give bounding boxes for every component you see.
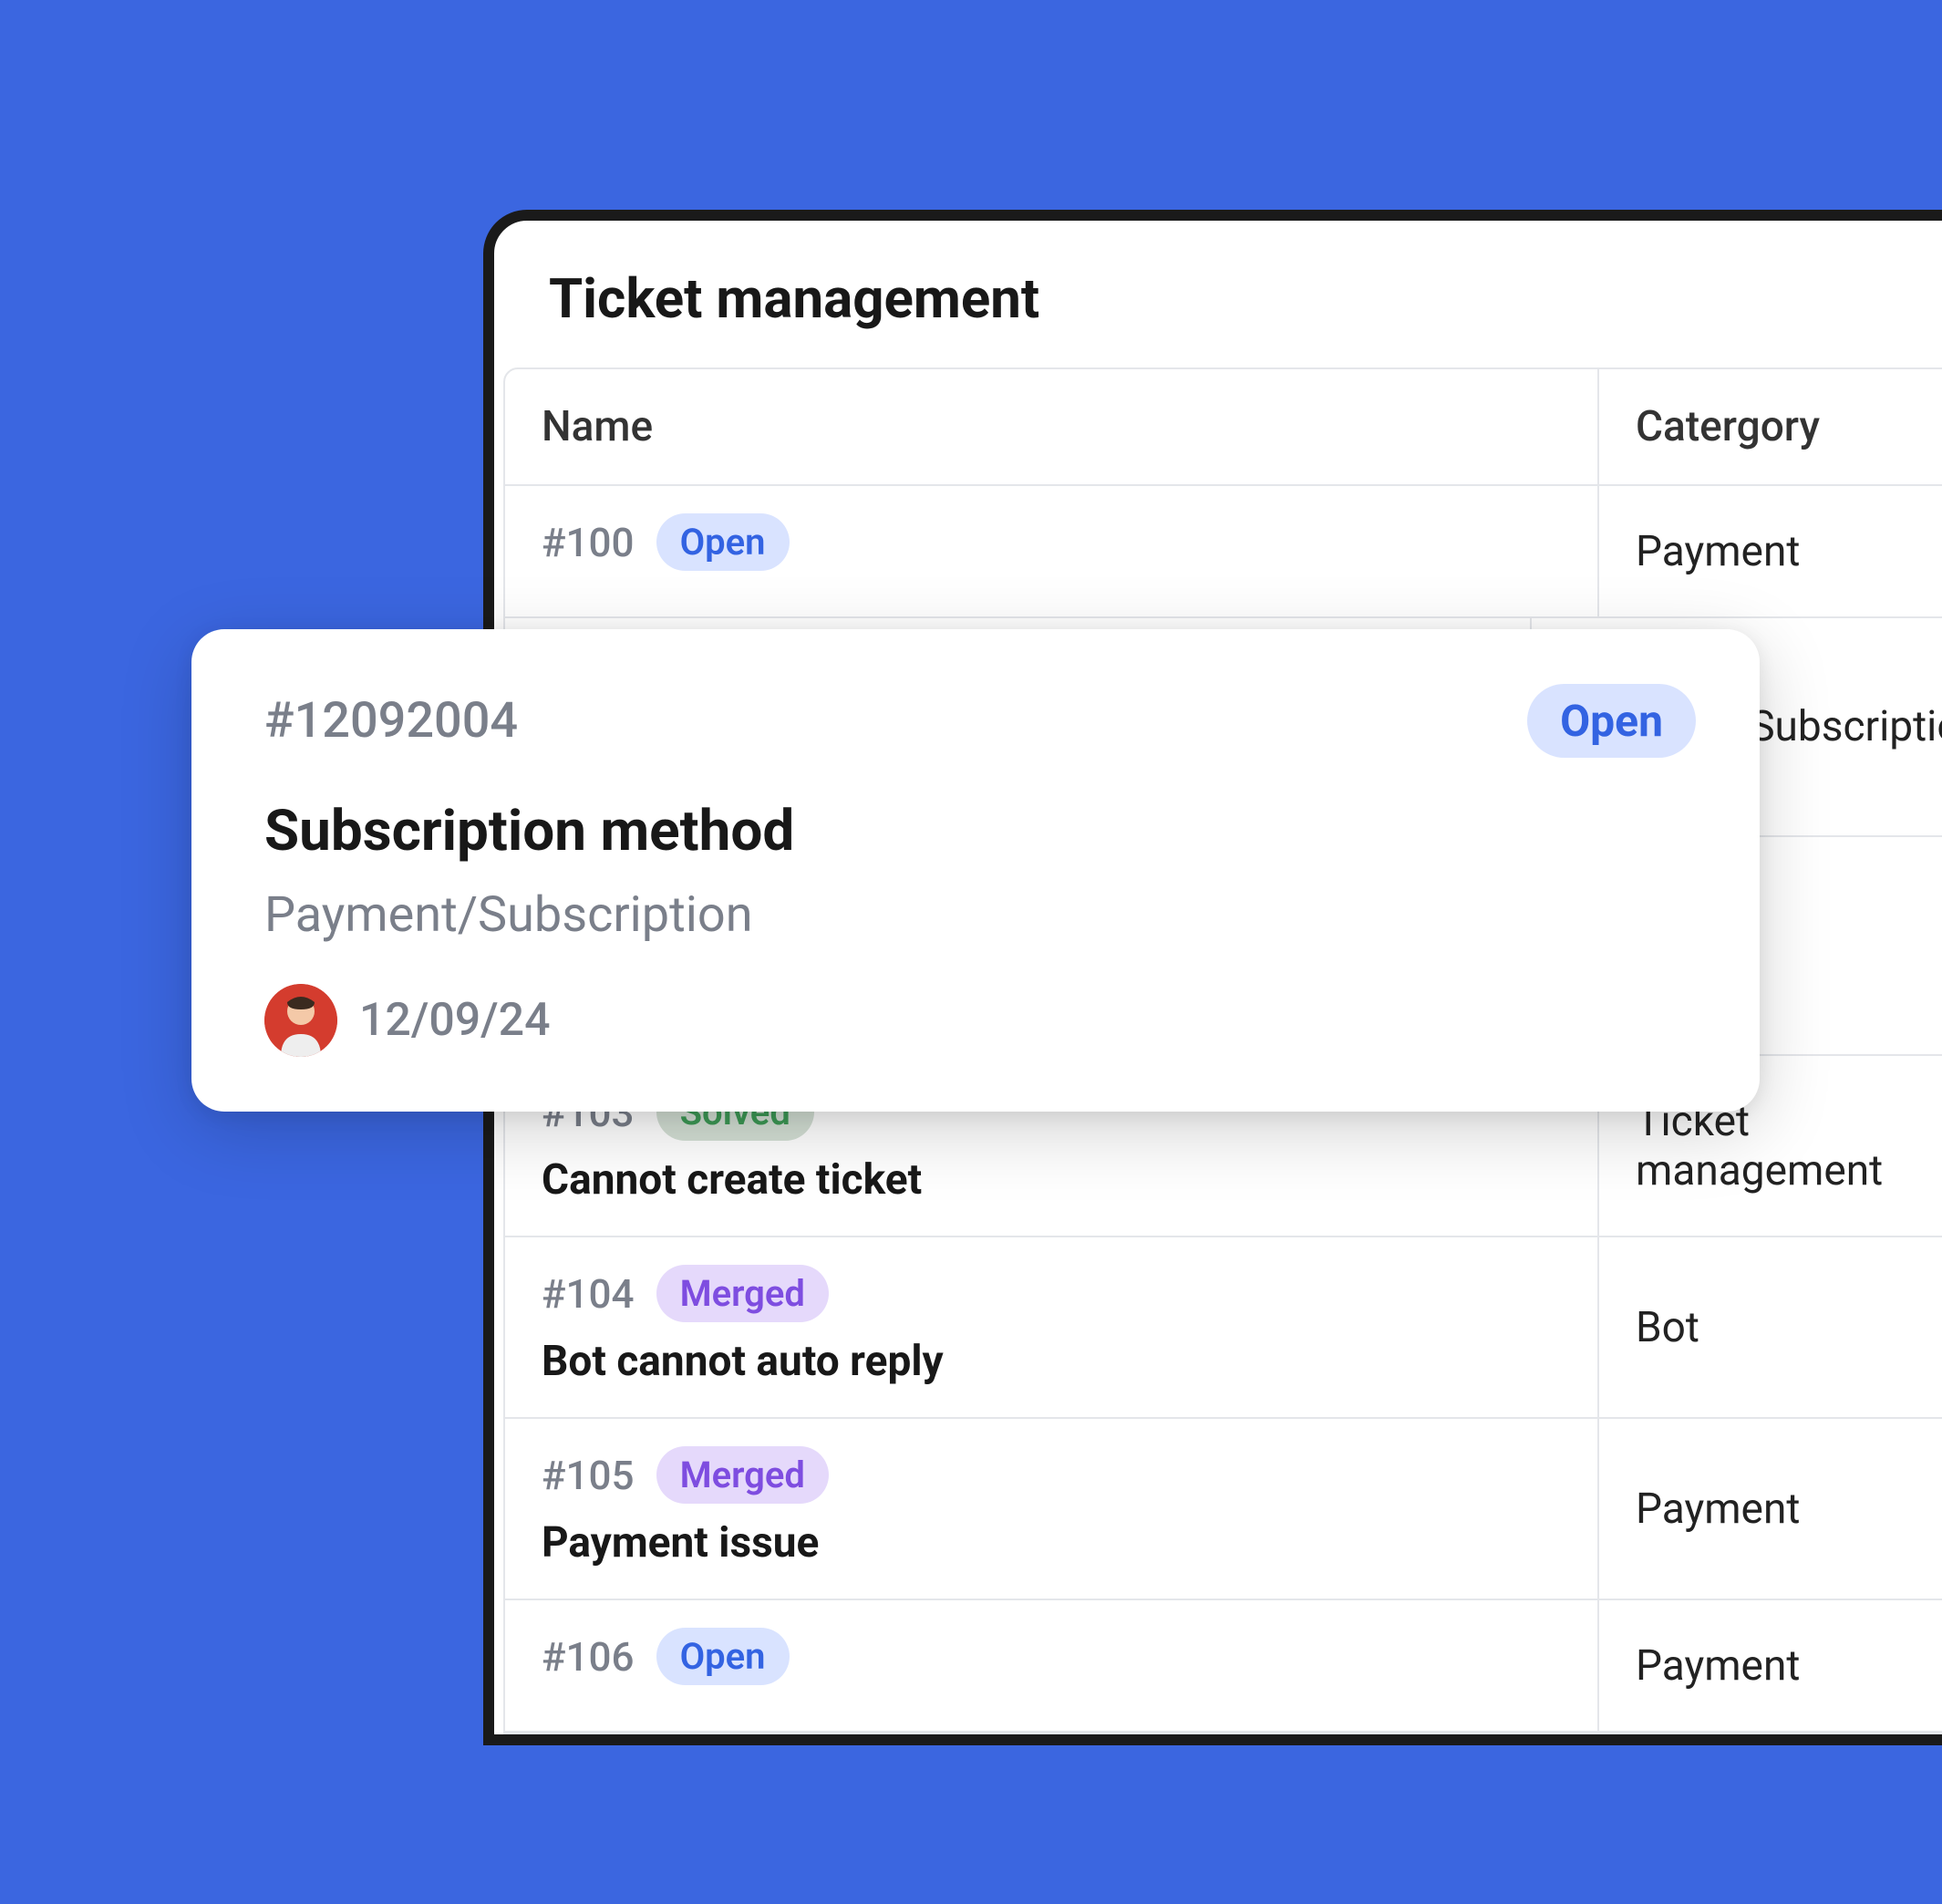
detail-meta: 12/09/24 — [264, 984, 1696, 1057]
cell-name: #105 Merged Payment issue — [505, 1419, 1599, 1599]
detail-date: 12/09/24 — [359, 994, 551, 1047]
ticket-id: #100 — [542, 519, 635, 566]
detail-title: Subscription method — [264, 798, 1696, 864]
page-title: Ticket management — [494, 221, 1942, 367]
cell-category: Payment — [1599, 1419, 1942, 1599]
column-header-name: Name — [505, 369, 1599, 484]
table-row[interactable]: #100 Open Payment — [505, 486, 1942, 618]
ticket-id: #106 — [542, 1633, 635, 1681]
detail-status-badge: Open — [1527, 684, 1696, 758]
column-header-category: Catergory — [1599, 369, 1942, 484]
cell-category: Payment — [1599, 486, 1942, 616]
cell-name: #106 Open — [505, 1600, 1599, 1731]
cell-category: Payment — [1599, 1600, 1942, 1731]
ticket-title: Bot cannot auto reply — [542, 1337, 1561, 1386]
cell-name: #100 Open — [505, 486, 1599, 616]
detail-ticket-id: #12092004 — [264, 692, 518, 750]
table-row[interactable]: #105 Merged Payment issue Payment — [505, 1419, 1942, 1600]
cell-name: #104 Merged Bot cannot auto reply — [505, 1237, 1599, 1417]
table-row[interactable]: #104 Merged Bot cannot auto reply Bot — [505, 1237, 1942, 1419]
table-row[interactable]: #106 Open Payment — [505, 1600, 1942, 1733]
ticket-id: #105 — [542, 1452, 635, 1499]
cell-category: Bot — [1599, 1237, 1942, 1417]
status-badge: Open — [656, 1628, 790, 1685]
ticket-id: #104 — [542, 1270, 635, 1318]
ticket-title: Cannot create ticket — [542, 1155, 1561, 1205]
status-badge: Merged — [656, 1265, 829, 1322]
ticket-detail-card[interactable]: #12092004 Open Subscription method Payme… — [191, 629, 1760, 1112]
detail-header: #12092004 Open — [264, 684, 1696, 758]
status-badge: Open — [656, 513, 790, 571]
detail-category: Payment/Subscription — [264, 886, 1696, 944]
avatar — [264, 984, 337, 1057]
ticket-title: Payment issue — [542, 1518, 1561, 1568]
status-badge: Merged — [656, 1446, 829, 1504]
table-header: Name Catergory — [505, 369, 1942, 486]
